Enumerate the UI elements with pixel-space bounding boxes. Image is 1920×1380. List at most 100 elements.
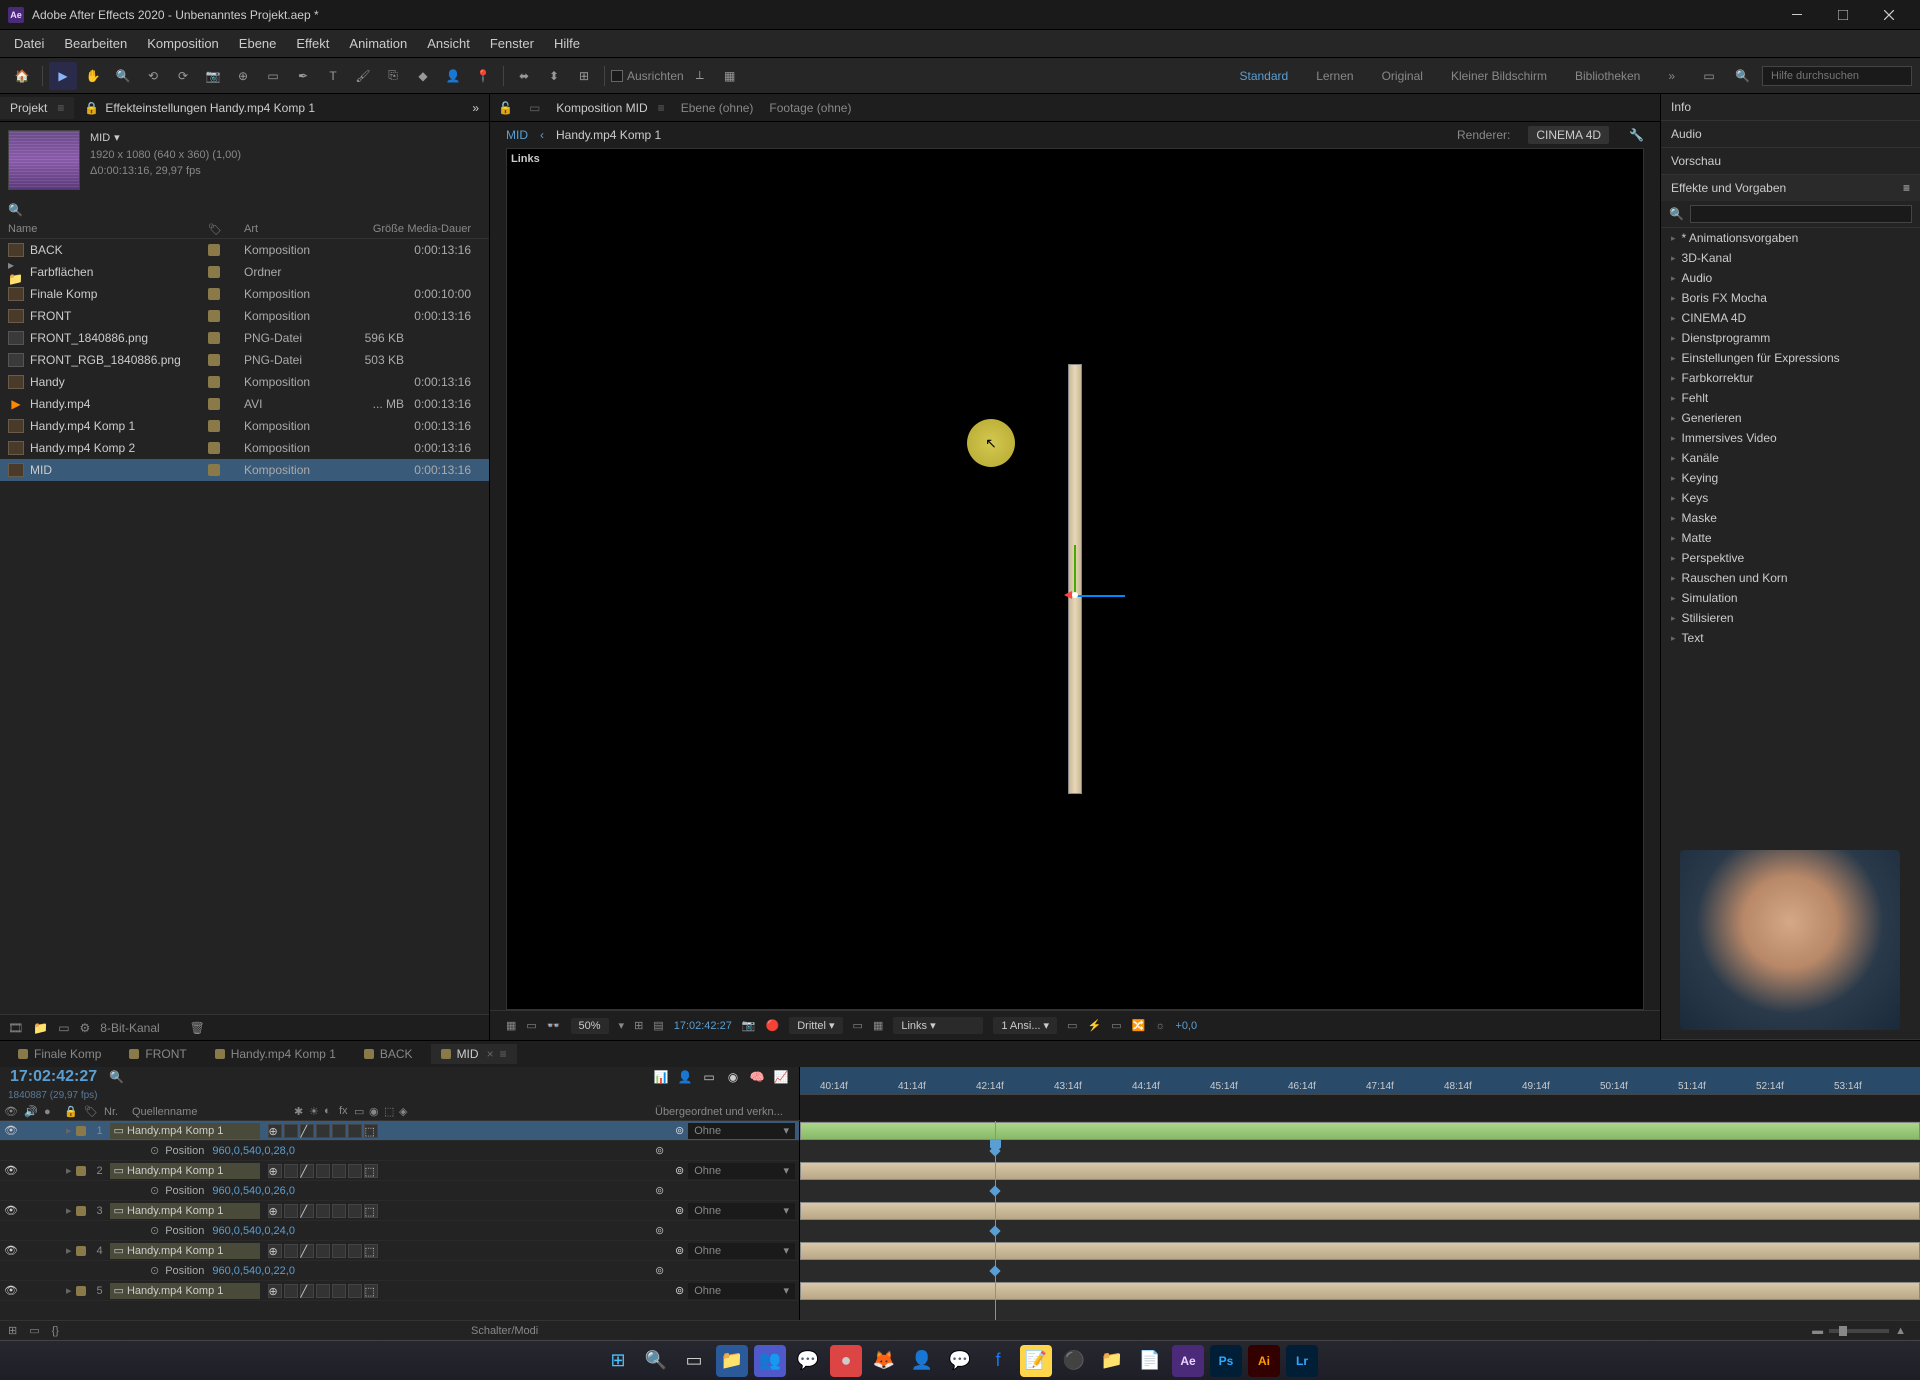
renderer-settings-icon[interactable]: 🔧 [1629, 128, 1644, 142]
speaker-col-icon[interactable]: 🔊 [24, 1105, 40, 1118]
effects-category[interactable]: ▸Generieren [1661, 408, 1920, 428]
info-panel-head[interactable]: Info [1661, 94, 1920, 120]
breadcrumb-mid[interactable]: MID [506, 128, 528, 142]
fast-preview-icon[interactable]: ⚡ [1087, 1019, 1101, 1032]
audio-panel-head[interactable]: Audio [1661, 121, 1920, 147]
ps-taskbar-icon[interactable]: Ps [1210, 1345, 1242, 1377]
timeline-property-row[interactable]: ⊙Position960,0,540,0,22,0⊚ [0, 1261, 799, 1281]
workspace-more[interactable]: » [1660, 65, 1683, 87]
roto-tool[interactable]: 👤 [439, 62, 467, 90]
firefox-icon[interactable]: 🦊 [868, 1345, 900, 1377]
app-icon-person[interactable]: 👤 [906, 1345, 938, 1377]
view-axis-tool[interactable]: ⊞ [570, 62, 598, 90]
layer-bar[interactable] [800, 1282, 1920, 1300]
effect-controls-tab[interactable]: 🔒Effekteinstellungen Handy.mp4 Komp 1 [74, 97, 325, 119]
project-item[interactable]: ▶Handy.mp4AVI... MB0:00:13:16 [0, 393, 489, 415]
effects-category[interactable]: ▸Boris FX Mocha [1661, 288, 1920, 308]
view-select[interactable]: Links ▾ [893, 1017, 983, 1034]
axis-origin-icon[interactable] [1072, 592, 1078, 598]
shape-tool[interactable]: ▭ [259, 62, 287, 90]
project-item[interactable]: Handy.mp4 Komp 2Komposition0:00:13:16 [0, 437, 489, 459]
lr-taskbar-icon[interactable]: Lr [1286, 1345, 1318, 1377]
project-item[interactable]: MIDKomposition0:00:13:16 [0, 459, 489, 481]
timeline-layer-row[interactable]: 👁▸5▭ Handy.mp4 Komp 1⊕╱⬚⊚Ohne▾ [0, 1281, 799, 1301]
effects-category[interactable]: ▸Kanäle [1661, 448, 1920, 468]
tl-graph-icon[interactable]: 📊 [653, 1069, 669, 1085]
help-search-input[interactable] [1762, 66, 1912, 86]
timeline-ruler[interactable]: 40:14f41:14f42:14f43:14f44:14f45:14f46:1… [800, 1067, 1920, 1095]
workspace-kleiner[interactable]: Kleiner Bildschirm [1443, 65, 1555, 87]
preview-panel-head[interactable]: Vorschau [1661, 148, 1920, 174]
timeline-tab[interactable]: Finale Komp [8, 1044, 111, 1064]
switches-modes-toggle[interactable]: Schalter/Modi [471, 1325, 538, 1337]
effects-category[interactable]: ▸Text [1661, 628, 1920, 648]
timeline-tab[interactable]: FRONT [119, 1044, 196, 1064]
timeline-timecode[interactable]: 17:02:42:27 [10, 1068, 97, 1086]
camera-tool[interactable]: 📷 [199, 62, 227, 90]
menu-komposition[interactable]: Komposition [137, 32, 229, 55]
align-checkbox[interactable]: Ausrichten [611, 69, 684, 83]
timeline-property-row[interactable]: ⊙Position960,0,540,0,28,0⊚ [0, 1141, 799, 1161]
pixel-aspect-icon[interactable]: ▭ [1067, 1019, 1077, 1032]
resolution-select[interactable]: Drittel ▾ [789, 1017, 842, 1034]
new-folder-icon[interactable]: 📁 [33, 1021, 48, 1035]
zoom-tool[interactable]: 🔍 [109, 62, 137, 90]
effects-category[interactable]: ▸Farbkorrektur [1661, 368, 1920, 388]
interpret-icon[interactable]: 🎞 [8, 1021, 23, 1035]
tl-frame-blend-icon[interactable]: ▭ [701, 1069, 717, 1085]
tl-motion-blur-icon[interactable]: ◉ [725, 1069, 741, 1085]
bpc-label[interactable]: 8-Bit-Kanal [100, 1021, 159, 1035]
tl-brain-icon[interactable]: 🧠 [749, 1069, 765, 1085]
trash-icon[interactable]: 🗑 [190, 1021, 205, 1035]
workspace-lernen[interactable]: Lernen [1308, 65, 1361, 87]
eye-col-icon[interactable]: 👁 [4, 1105, 20, 1118]
teams-icon[interactable]: 👥 [754, 1345, 786, 1377]
project-list[interactable]: BACKKomposition0:00:13:16▸📁FarbflächenOr… [0, 239, 489, 1014]
flowchart-icon[interactable]: 🔀 [1132, 1019, 1146, 1032]
lock-icon[interactable]: 🔓 [498, 101, 513, 115]
guides-icon[interactable]: ▤ [653, 1019, 663, 1032]
tl-zoom-in-icon[interactable]: ▲ [1895, 1325, 1906, 1337]
workspace-bibliotheken[interactable]: Bibliotheken [1567, 65, 1648, 87]
minimize-button[interactable] [1774, 0, 1820, 30]
project-item[interactable]: HandyKomposition0:00:13:16 [0, 371, 489, 393]
3d-icon[interactable]: 👓 [547, 1019, 561, 1032]
workspace-panel-icon[interactable]: ▭ [1695, 62, 1723, 90]
messenger-icon[interactable]: 💬 [944, 1345, 976, 1377]
effects-category[interactable]: ▸Audio [1661, 268, 1920, 288]
panel-more[interactable]: » [462, 97, 489, 119]
facebook-icon[interactable]: f [982, 1345, 1014, 1377]
brush-tool[interactable]: 🖌 [349, 62, 377, 90]
snap-tool[interactable]: ⟂ [686, 62, 714, 90]
hand-tool[interactable]: ✋ [79, 62, 107, 90]
effects-category[interactable]: ▸Einstellungen für Expressions [1661, 348, 1920, 368]
menu-ebene[interactable]: Ebene [229, 32, 287, 55]
project-settings-icon[interactable]: ⚙ [80, 1021, 91, 1035]
3d-layer[interactable] [1068, 364, 1082, 794]
roi-icon[interactable]: ▭ [853, 1019, 863, 1032]
menu-hilfe[interactable]: Hilfe [544, 32, 590, 55]
layer-bar[interactable] [800, 1242, 1920, 1260]
snapshot-icon[interactable]: 📷 [742, 1019, 756, 1032]
pen-tool[interactable]: ✒ [289, 62, 317, 90]
search-taskbar-icon[interactable]: 🔍 [640, 1345, 672, 1377]
effects-category[interactable]: ▸Keys [1661, 488, 1920, 508]
tl-zoom-out-icon[interactable]: ▬ [1812, 1325, 1823, 1337]
timeline-property-row[interactable]: ⊙Position960,0,540,0,26,0⊚ [0, 1181, 799, 1201]
whatsapp-icon[interactable]: 💬 [792, 1345, 824, 1377]
views-count-select[interactable]: 1 Ansi... ▾ [993, 1017, 1057, 1034]
project-item[interactable]: ▸📁FarbflächenOrdner [0, 261, 489, 283]
project-item[interactable]: BACKKomposition0:00:13:16 [0, 239, 489, 261]
app-icon-red[interactable]: ● [830, 1345, 862, 1377]
layer-tab[interactable]: Ebene (ohne) [681, 101, 754, 115]
folder-icon[interactable]: 📁 [1096, 1345, 1128, 1377]
effects-category[interactable]: ▸Perspektive [1661, 548, 1920, 568]
rotate-tool[interactable]: ⟳ [169, 62, 197, 90]
workspace-standard[interactable]: Standard [1232, 65, 1297, 87]
lock-col-icon[interactable]: 🔒 [64, 1105, 80, 1118]
zoom-dropdown-icon[interactable]: ▾ [619, 1019, 625, 1032]
project-tab[interactable]: Projekt≡ [0, 97, 74, 119]
effects-category[interactable]: ▸Rauschen und Korn [1661, 568, 1920, 588]
timeline-layer-row[interactable]: 👁▸3▭ Handy.mp4 Komp 1⊕╱⬚⊚Ohne▾ [0, 1201, 799, 1221]
effects-category[interactable]: ▸* Animationsvorgaben [1661, 228, 1920, 248]
